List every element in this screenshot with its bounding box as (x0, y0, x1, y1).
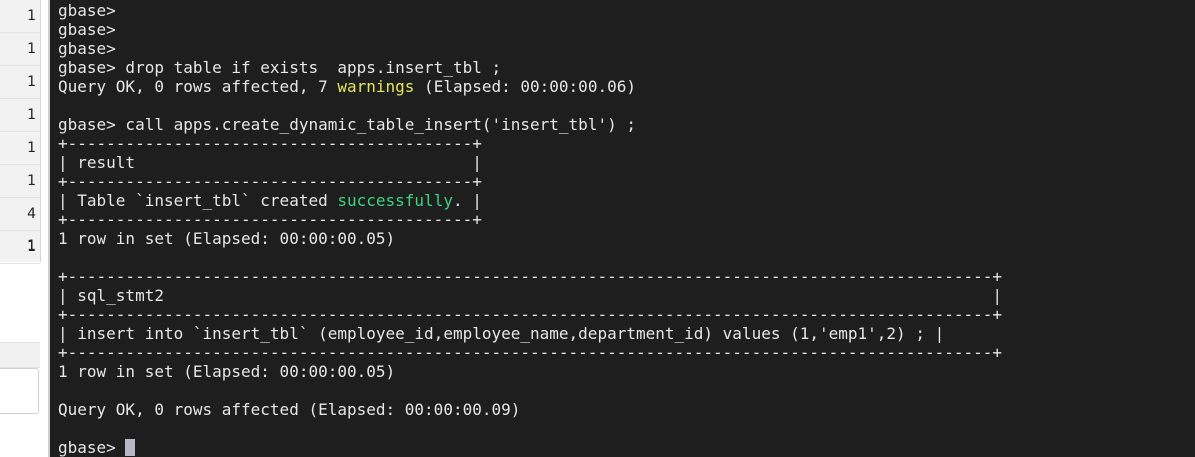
warning-keyword: warnings (337, 77, 415, 96)
terminal-text: gbase> (58, 39, 116, 58)
terminal-text: +---------------------------------------… (58, 305, 1003, 324)
terminal-text: gbase> drop table if exists apps.insert_… (58, 58, 502, 77)
terminal-line: +---------------------------------------… (58, 210, 1195, 229)
gutter-number: 1 (27, 41, 36, 57)
terminal-text: Query OK, 0 rows affected, 7 (58, 77, 338, 96)
gutter-cell: 1 (0, 0, 40, 33)
gutter-cell: 1 (0, 33, 40, 66)
gutter-number: 1 (27, 8, 36, 24)
terminal-text: | sql_stmt2 | (58, 286, 1003, 305)
terminal-text: gbase> (58, 438, 126, 457)
terminal-text: . | (452, 191, 482, 210)
text-cursor (125, 439, 136, 456)
panel-header-bar[interactable] (0, 342, 40, 368)
terminal-line: 1 row in set (Elapsed: 00:00:00.05) (58, 229, 1195, 248)
terminal-line: +---------------------------------------… (58, 267, 1195, 286)
terminal-line: gbase> drop table if exists apps.insert_… (58, 58, 1195, 77)
terminal-line: | Table `insert_tbl` created successfull… (58, 191, 1195, 210)
terminal-output: gbase> gbase> gbase> gbase> drop table if e… (58, 1, 1195, 457)
terminal-line: gbase> (58, 438, 1195, 457)
terminal-line: gbase> (58, 20, 1195, 39)
terminal-text: gbase> (58, 20, 116, 39)
success-keyword: successfully (337, 191, 453, 210)
terminal-line: +---------------------------------------… (58, 305, 1195, 324)
terminal-line: +---------------------------------------… (58, 172, 1195, 191)
gutter-cell: 1 (0, 132, 40, 165)
terminal-text: gbase> (58, 1, 116, 20)
row-count-gutter: 1 1 1 1 1 1 4 1 1 (0, 0, 41, 264)
gutter-number: 1 (27, 140, 36, 156)
terminal-line: 1 row in set (Elapsed: 00:00:00.05) (58, 362, 1195, 381)
gutter-cell: 1 (0, 165, 40, 198)
terminal-text: +---------------------------------------… (58, 267, 1003, 286)
terminal-text: +---------------------------------------… (58, 172, 482, 191)
gutter-number: 4 (27, 206, 36, 222)
terminal-line: Query OK, 0 rows affected (Elapsed: 00:0… (58, 400, 1195, 419)
terminal-line: | sql_stmt2 | (58, 286, 1195, 305)
left-panel: 1 1 1 1 1 1 4 1 1 (0, 0, 48, 457)
terminal-line: | insert into `insert_tbl` (employee_id,… (58, 324, 1195, 343)
gutter-number: 1 (27, 238, 36, 254)
gutter-cell: 4 (0, 198, 40, 231)
terminal-window[interactable]: gbase> gbase> gbase> gbase> drop table if e… (48, 0, 1195, 457)
terminal-line: gbase> (58, 39, 1195, 58)
terminal-text: Query OK, 0 rows affected (Elapsed: 00:0… (58, 400, 521, 419)
terminal-line: | result | (58, 153, 1195, 172)
gutter-number: 1 (27, 74, 36, 90)
terminal-text: | result | (58, 153, 482, 172)
terminal-text: +---------------------------------------… (58, 210, 482, 229)
terminal-text: 1 row in set (Elapsed: 00:00:00.05) (58, 362, 396, 381)
panel-input-box[interactable] (0, 368, 39, 414)
gutter-number: 1 (27, 107, 36, 123)
terminal-line: gbase> (58, 1, 1195, 20)
terminal-text: gbase> call apps.create_dynamic_table_in… (58, 115, 636, 134)
gutter-number: 1 (27, 173, 36, 189)
terminal-text: +---------------------------------------… (58, 343, 1003, 362)
gutter-cell: 1 (0, 99, 40, 132)
terminal-line: gbase> call apps.create_dynamic_table_in… (58, 115, 1195, 134)
gutter-cell: 1 (0, 66, 40, 99)
terminal-line: +---------------------------------------… (58, 343, 1195, 362)
terminal-text: (Elapsed: 00:00:00.06) (414, 77, 636, 96)
terminal-line: Query OK, 0 rows affected, 7 warnings (E… (58, 77, 1195, 96)
terminal-text: | Table `insert_tbl` created (58, 191, 338, 210)
terminal-text: 1 row in set (Elapsed: 00:00:00.05) (58, 229, 396, 248)
terminal-text: | insert into `insert_tbl` (employee_id,… (58, 324, 945, 343)
terminal-line: +---------------------------------------… (58, 134, 1195, 153)
terminal-text: +---------------------------------------… (58, 134, 482, 153)
